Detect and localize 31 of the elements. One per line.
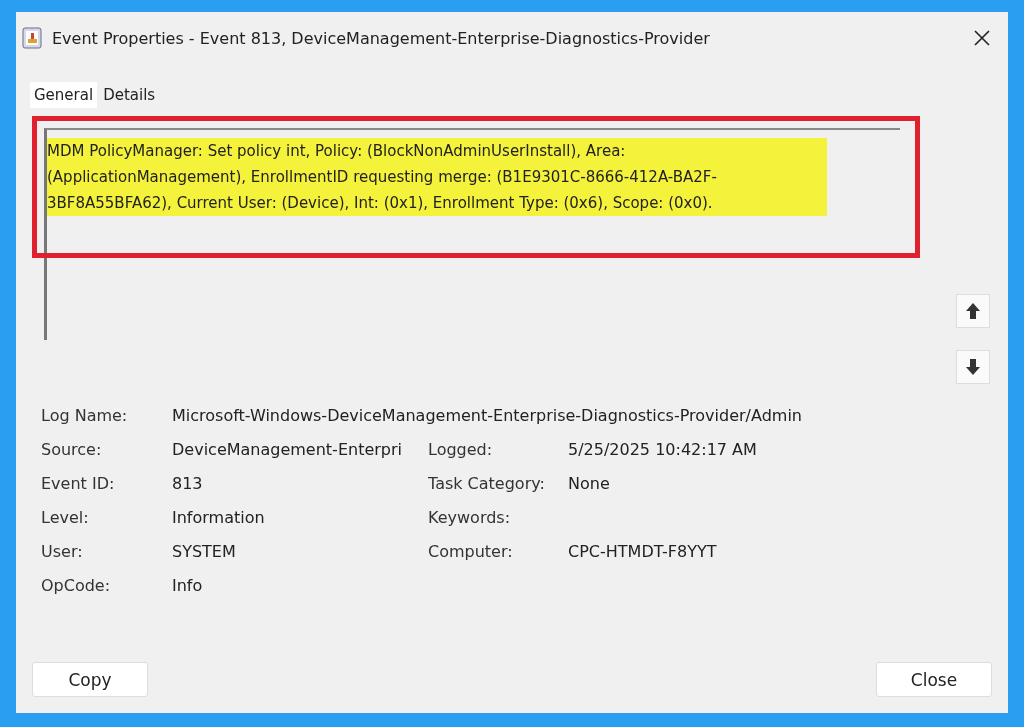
field-value: SYSTEM — [172, 541, 237, 561]
field-value: 813 — [172, 473, 204, 493]
previous-event-button[interactable] — [956, 294, 990, 328]
field-label: Source: — [41, 439, 103, 459]
field-value: 5/25/2025 10:42:17 AM — [568, 439, 758, 459]
field-label: OpCode: — [41, 575, 112, 595]
field-value: Microsoft-Windows-DeviceManagement-Enterprise-Diagnostics-Provider/Admin — [172, 405, 803, 425]
field-label: Log Name: — [41, 405, 129, 425]
arrow-down-icon — [965, 358, 981, 376]
field-label: Level: — [41, 507, 90, 527]
window-title: Event Properties - Event 813, DeviceManagement-Enterprise-Diagnostics-Provider — [52, 28, 711, 48]
field-label: Logged: — [428, 439, 494, 459]
tab[interactable]: Details — [99, 82, 160, 108]
field-value: Information — [172, 507, 266, 527]
close-icon[interactable] — [974, 30, 990, 46]
field-label: Keywords: — [428, 507, 512, 527]
field-value: DeviceManagement-Enterpri — [172, 439, 403, 459]
field-label: User: — [41, 541, 84, 561]
field-label: Computer: — [428, 541, 514, 561]
tab[interactable]: General — [30, 82, 98, 108]
event-message: MDM PolicyManager: Set policy int, Policy: (BlockNonAdminUserInstall), Area: (ApplicationManagement), EnrollmentID requesting merge: (B1E9301C-8666-412A-BA2F-3BF8A55BFA62), Current User: (Device), Int: (0x1), Enrollment Type: (0x6), Scope: (0x0). — [47, 138, 827, 216]
event-log-icon — [22, 27, 42, 49]
field-label: Task Category: — [428, 473, 546, 493]
close-button[interactable]: Close — [876, 662, 992, 697]
field-value: None — [568, 473, 611, 493]
field-label: Event ID: — [41, 473, 116, 493]
copy-button[interactable]: Copy — [32, 662, 148, 697]
arrow-up-icon — [965, 302, 981, 320]
field-value: Info — [172, 575, 204, 595]
field-value: CPC-HTMDT-F8YYT — [568, 541, 718, 561]
next-event-button[interactable] — [956, 350, 990, 384]
